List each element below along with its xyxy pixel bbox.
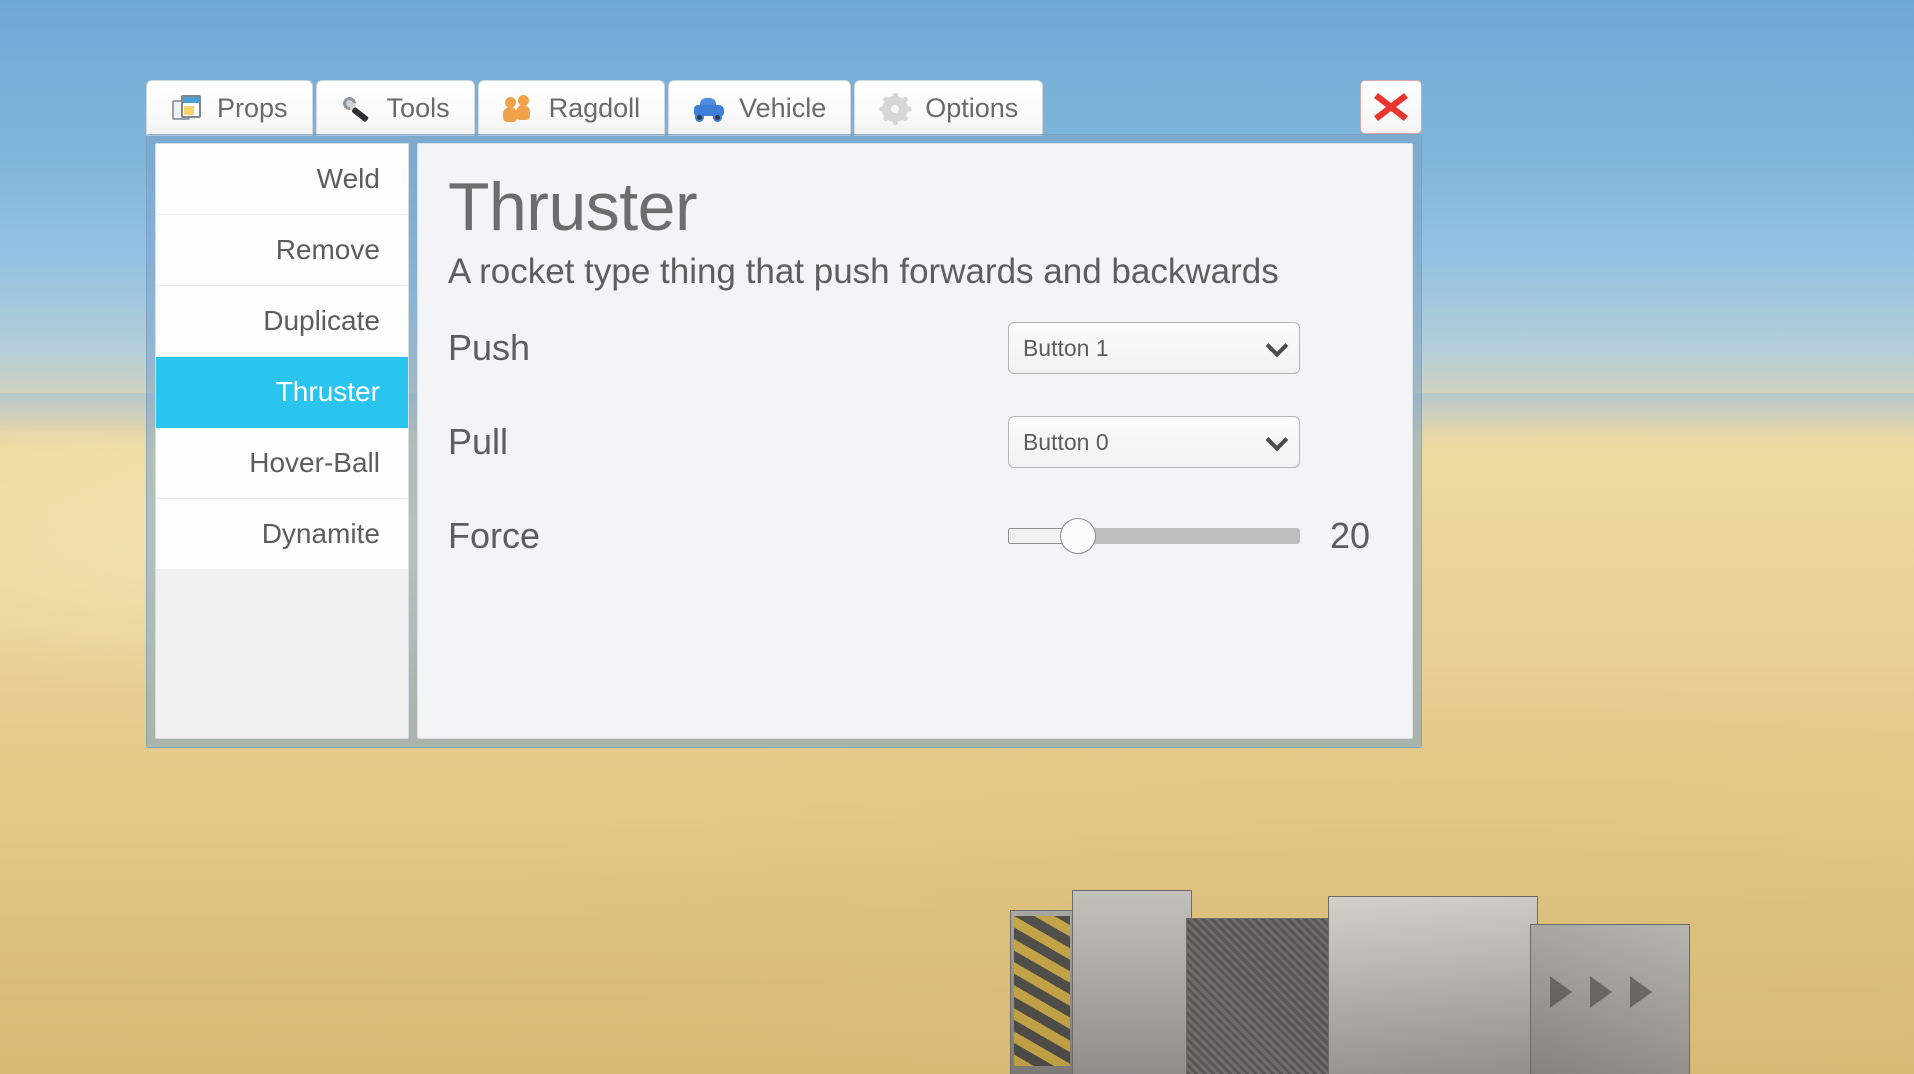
tab-props-label: Props xyxy=(217,93,288,123)
menu-panel: Weld Remove Duplicate Thruster Hover-Bal… xyxy=(146,134,1422,748)
tab-bar: Props Tools Ragdoll Vehicle Options xyxy=(146,78,1096,136)
close-button[interactable] xyxy=(1360,80,1422,134)
push-key-select[interactable]: Button 1 xyxy=(1007,322,1300,375)
sidebar-item-thruster[interactable]: Thruster xyxy=(156,357,408,428)
chevron-down-icon xyxy=(1265,429,1289,452)
row-pull-label: Pull xyxy=(447,421,508,463)
sidebar-item-weld[interactable]: Weld xyxy=(156,144,408,215)
tab-tools-label: Tools xyxy=(386,93,450,123)
car-icon xyxy=(693,93,725,125)
tool-description: A rocket type thing that push forwards a… xyxy=(447,252,1279,292)
page-title: Thruster xyxy=(447,169,698,245)
row-push-control: Button 1 xyxy=(1007,322,1370,375)
tab-options-label: Options xyxy=(925,93,1019,123)
row-pull: Pull Button 0 xyxy=(448,403,1370,481)
metal-prop-vehicle xyxy=(1010,890,1690,1074)
force-value: 20 xyxy=(1329,515,1370,557)
game-viewport: Props Tools Ragdoll Vehicle Options Weld… xyxy=(0,0,1914,1074)
row-force-control: 20 xyxy=(1007,515,1370,557)
sidebar-item-dynamite[interactable]: Dynamite xyxy=(156,499,408,570)
sidebar-empty-area xyxy=(156,570,408,738)
row-pull-control: Button 0 xyxy=(1007,416,1370,469)
sidebar-item-remove[interactable]: Remove xyxy=(156,215,408,286)
tab-ragdoll[interactable]: Ragdoll xyxy=(477,80,666,136)
row-force: Force 20 xyxy=(448,497,1370,575)
close-x-icon xyxy=(1374,93,1408,121)
sidebar-item-label: Thruster xyxy=(275,376,380,407)
ragdoll-icon xyxy=(502,93,535,125)
tab-tools[interactable]: Tools xyxy=(315,80,475,136)
tab-options[interactable]: Options xyxy=(854,80,1044,136)
chevron-down-icon xyxy=(1265,335,1289,358)
pull-key-select[interactable]: Button 0 xyxy=(1007,416,1300,469)
sandbox-spawn-menu: Props Tools Ragdoll Vehicle Options Weld… xyxy=(146,78,1422,748)
gear-icon xyxy=(879,92,912,125)
row-push-label: Push xyxy=(447,327,531,369)
force-slider[interactable] xyxy=(1007,518,1300,555)
tool-detail-panel: Thruster A rocket type thing that push f… xyxy=(416,143,1413,739)
props-icon xyxy=(171,93,203,125)
sidebar-item-hover-ball[interactable]: Hover-Ball xyxy=(156,428,408,499)
push-key-value: Button 1 xyxy=(1022,334,1109,361)
sidebar-item-label: Hover-Ball xyxy=(249,447,380,478)
sidebar-item-label: Dynamite xyxy=(261,518,380,549)
tab-vehicle-label: Vehicle xyxy=(739,93,827,123)
tab-ragdoll-label: Ragdoll xyxy=(548,93,641,123)
pull-key-value: Button 0 xyxy=(1022,428,1109,455)
force-slider-knob[interactable] xyxy=(1060,518,1097,555)
sidebar-item-label: Weld xyxy=(316,163,380,194)
tool-list-sidebar: Weld Remove Duplicate Thruster Hover-Bal… xyxy=(155,143,409,739)
tab-props[interactable]: Props xyxy=(146,80,313,136)
sidebar-item-label: Duplicate xyxy=(263,305,380,336)
sidebar-item-duplicate[interactable]: Duplicate xyxy=(156,286,408,357)
wrench-icon xyxy=(339,93,373,125)
row-force-label: Force xyxy=(447,515,540,557)
sidebar-item-label: Remove xyxy=(275,234,380,265)
row-push: Push Button 1 xyxy=(448,309,1370,387)
tab-vehicle[interactable]: Vehicle xyxy=(668,80,852,136)
